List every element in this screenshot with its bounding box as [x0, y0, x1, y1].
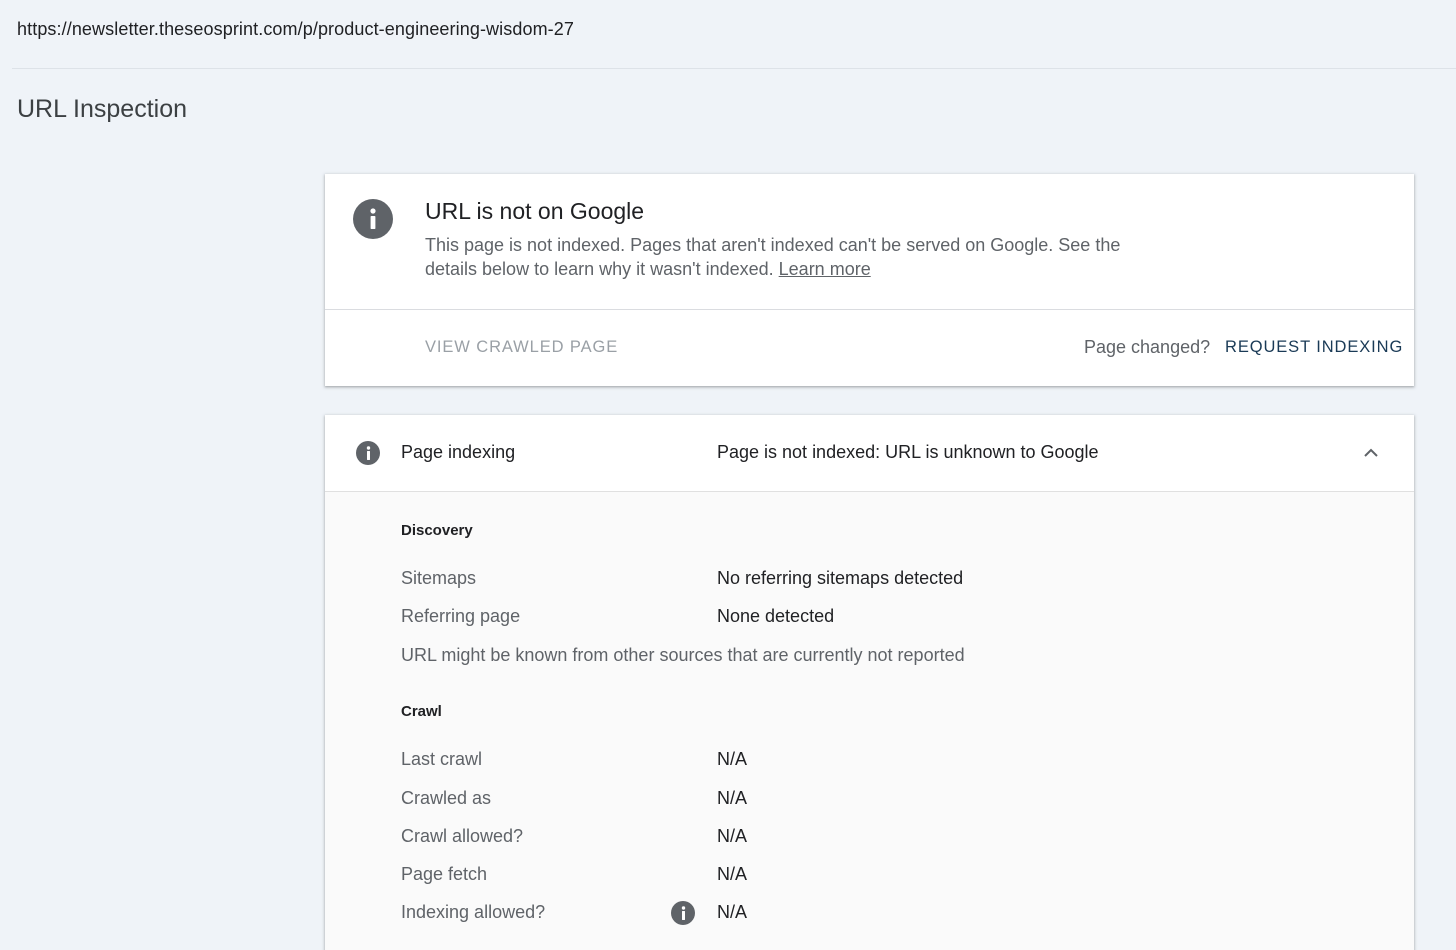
page-fetch-label: Page fetch: [401, 864, 488, 884]
learn-more-link[interactable]: Learn more: [779, 259, 871, 279]
referring-page-label: Referring page: [401, 606, 521, 626]
sitemaps-value: No referring sitemaps detected: [717, 568, 964, 588]
info-icon: [356, 441, 380, 465]
indexing-allowed-label: Indexing allowed?: [401, 902, 546, 922]
last-crawl-value: N/A: [717, 749, 748, 769]
crawl-section-title: Crawl: [401, 703, 442, 720]
info-icon[interactable]: [671, 901, 695, 925]
page-indexing-card: Page indexing Page is not indexed: URL i…: [325, 415, 1414, 950]
last-crawl-label: Last crawl: [401, 749, 483, 769]
page-title: URL Inspection: [17, 95, 187, 123]
crawl-allowed-value: N/A: [717, 826, 748, 846]
indexing-allowed-value: N/A: [717, 902, 748, 922]
status-description: This page is not indexed. Pages that are…: [425, 233, 1145, 281]
divider: [325, 309, 1414, 310]
view-crawled-page-button[interactable]: VIEW CRAWLED PAGE: [425, 338, 618, 357]
inspected-url[interactable]: https://newsletter.theseosprint.com/p/pr…: [17, 19, 574, 40]
info-icon: [353, 199, 393, 239]
crawled-as-value: N/A: [717, 788, 748, 808]
page-indexing-status: Page is not indexed: URL is unknown to G…: [717, 442, 1099, 462]
discovery-section-title: Discovery: [401, 522, 473, 539]
status-title: URL is not on Google: [425, 198, 645, 224]
crawled-as-label: Crawled as: [401, 788, 492, 808]
discovery-note: URL might be known from other sources th…: [401, 645, 965, 665]
crawl-allowed-label: Crawl allowed?: [401, 826, 524, 846]
page-changed-label: Page changed?: [1084, 337, 1211, 357]
index-status-card: URL is not on Google This page is not in…: [325, 174, 1414, 386]
request-indexing-button[interactable]: REQUEST INDEXING: [1225, 338, 1403, 357]
page-indexing-label: Page indexing: [401, 442, 516, 462]
url-bar: https://newsletter.theseosprint.com/p/pr…: [12, 0, 1456, 69]
status-description-text: This page is not indexed. Pages that are…: [425, 235, 1121, 279]
referring-page-value: None detected: [717, 606, 835, 626]
page-fetch-value: N/A: [717, 864, 748, 884]
chevron-up-icon[interactable]: [1361, 443, 1381, 463]
page-indexing-header[interactable]: Page indexing Page is not indexed: URL i…: [325, 415, 1414, 492]
sitemaps-label: Sitemaps: [401, 568, 477, 588]
